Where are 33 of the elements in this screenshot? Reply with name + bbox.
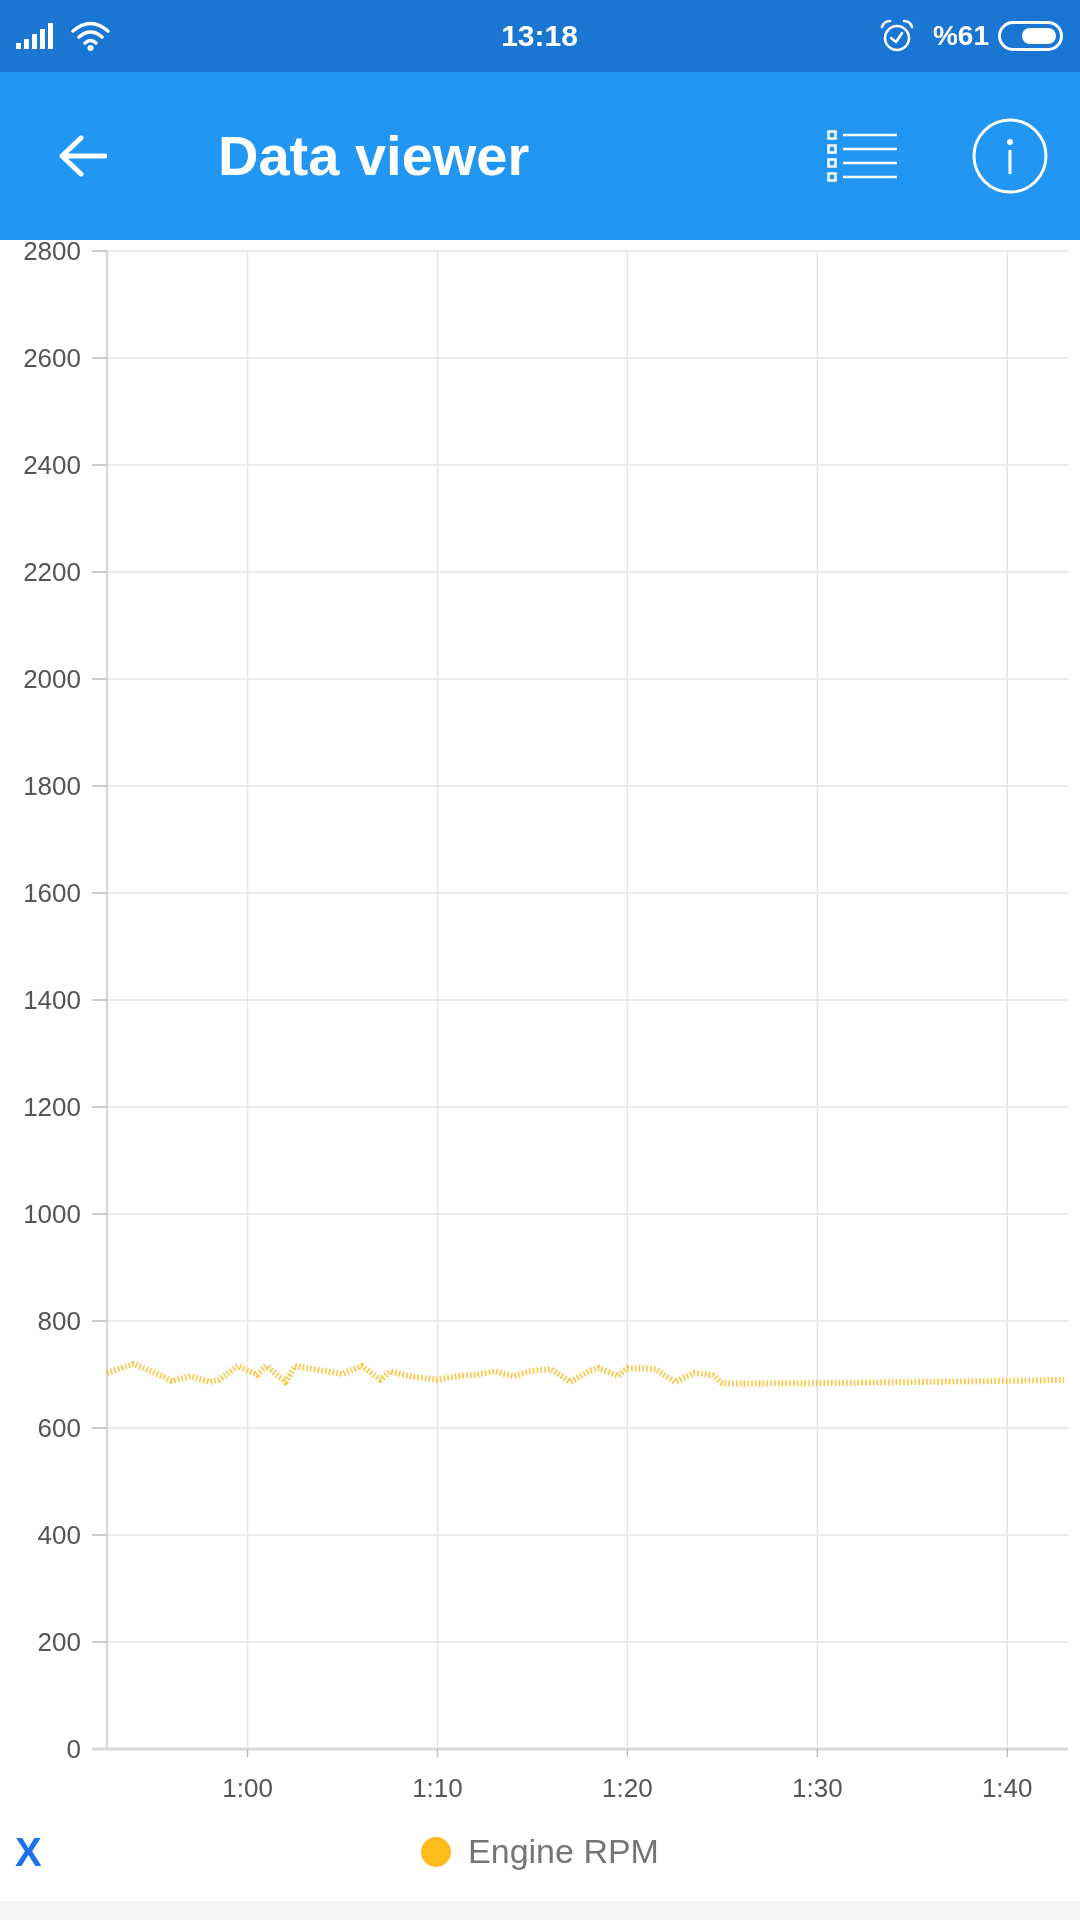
x-axis-label: 1:40 [981,1773,1033,1803]
y-axis-label: 0 [66,1734,81,1764]
back-arrow-icon [57,135,107,177]
x-axis-label: 1:20 [602,1773,653,1803]
y-axis-label: 1600 [23,878,81,908]
y-axis-label: 400 [37,1520,81,1550]
y-axis-label: 2800 [23,240,81,266]
y-axis-label: 1000 [23,1199,81,1229]
x-axis-label: 1:00 [222,1773,273,1803]
y-axis-label: 1400 [23,985,81,1015]
info-button[interactable] [970,116,1050,196]
y-axis-label: 800 [37,1306,81,1336]
y-axis-label: 200 [37,1627,81,1657]
y-axis-label: 1800 [23,771,81,801]
status-time: 13:18 [501,21,578,51]
x-axis-label: 1:30 [792,1773,843,1803]
battery-percentage: %61 [932,22,989,50]
y-axis-label: 2200 [23,557,81,587]
y-axis-label: 2000 [23,664,81,694]
info-icon [972,118,1048,194]
battery-icon [998,21,1063,51]
list-icon [827,130,897,182]
x-button[interactable]: X [0,1832,42,1872]
y-axis-label: 2400 [23,450,81,480]
y-axis-label: 1200 [23,1092,81,1122]
y-axis-label: 600 [37,1413,81,1443]
x-axis-label: 1:10 [412,1773,463,1803]
signal-icon [16,23,54,49]
wifi-icon [71,21,110,51]
y-axis-label: 2600 [23,343,81,373]
legend-label: Engine RPM [468,1833,659,1871]
alarm-clock-icon [879,19,914,53]
app-bar-title: Data viewer [218,125,530,187]
